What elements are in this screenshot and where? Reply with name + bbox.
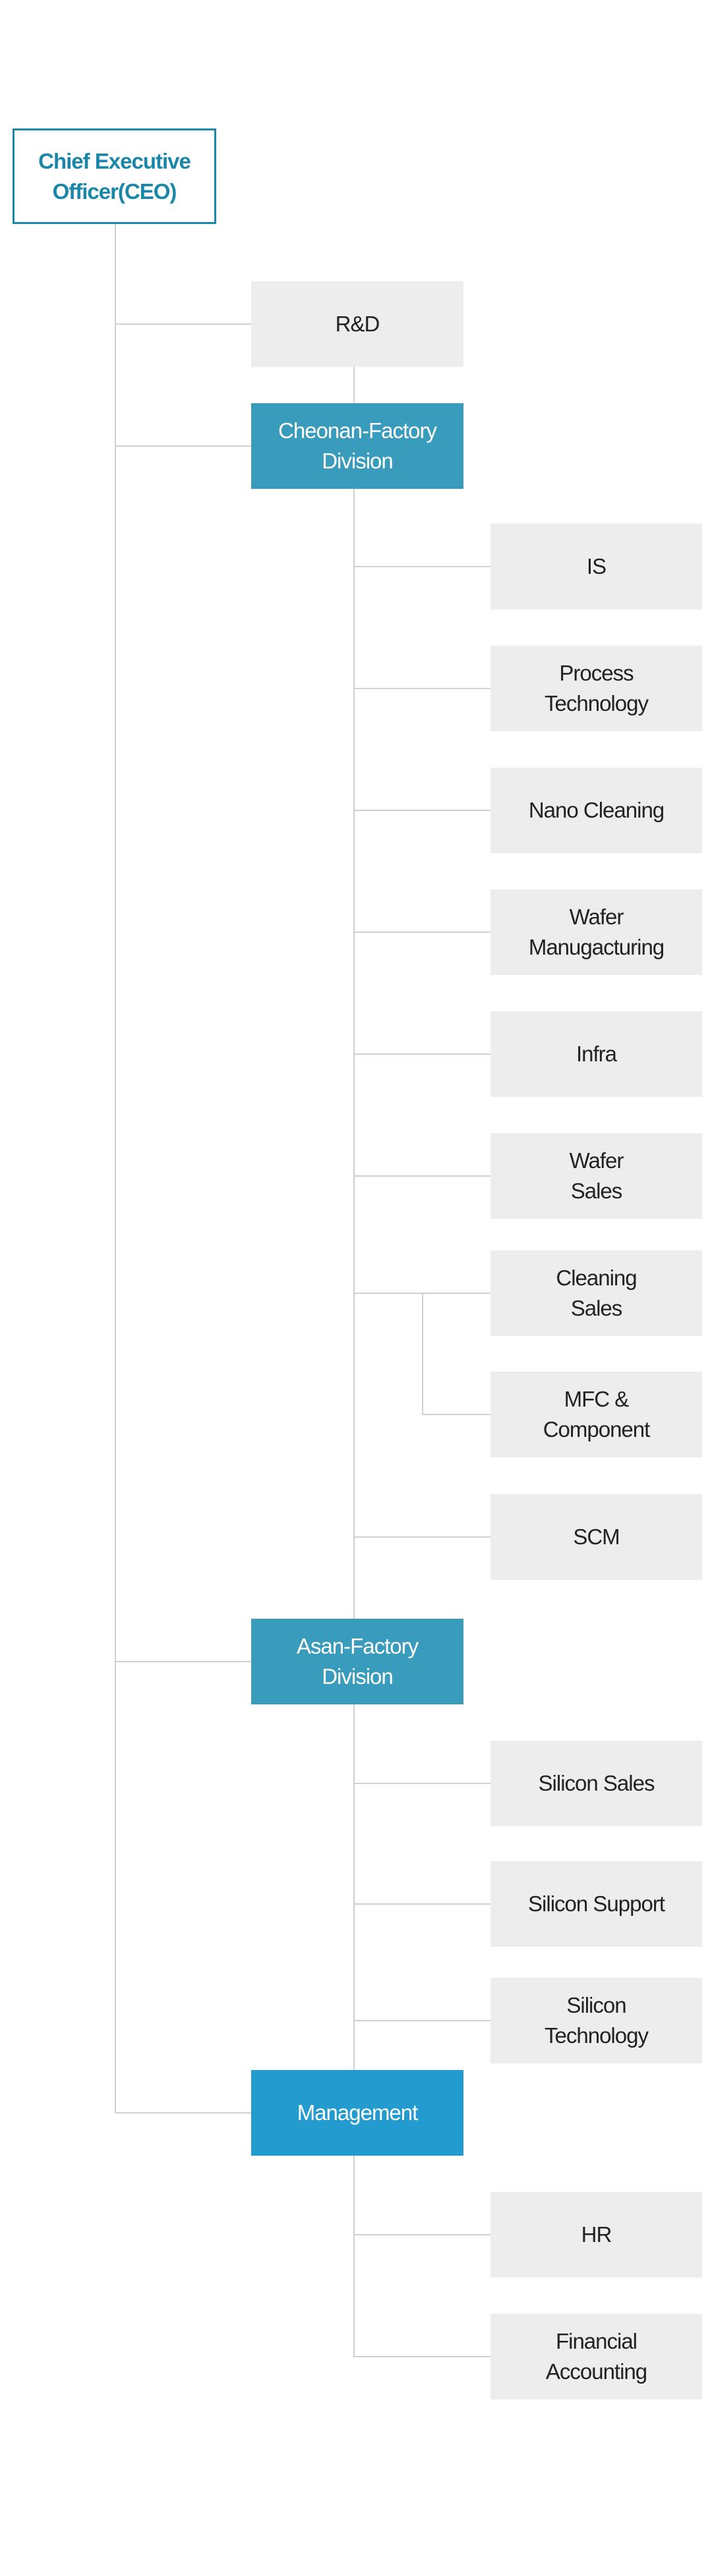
connector-dept xyxy=(353,1903,490,1905)
ceo-trunk-line xyxy=(115,224,116,2114)
dept-scm: SCM xyxy=(490,1494,702,1580)
connector-dept xyxy=(353,566,490,567)
connector-dept xyxy=(353,1053,490,1055)
cheonan-division-node: Cheonan-Factory Division xyxy=(251,403,463,489)
connector-dept xyxy=(353,1293,490,1294)
connector-dept xyxy=(353,1536,490,1538)
cleaning-sub-line xyxy=(422,1293,423,1415)
dept-is: IS xyxy=(490,524,702,609)
division-trunk-line xyxy=(353,367,355,2357)
connector-dept xyxy=(353,2356,490,2357)
ceo-node: Chief Executive Officer(CEO) xyxy=(13,128,216,224)
connector-asan xyxy=(115,1661,251,1662)
dept-silicon-support: Silicon Support xyxy=(490,1861,702,1947)
connector-management xyxy=(115,2112,251,2114)
dept-wafer-sales: Wafer Sales xyxy=(490,1133,702,1219)
rnd-node: R&D xyxy=(251,281,463,367)
connector-dept xyxy=(353,1175,490,1177)
dept-hr: HR xyxy=(490,2192,702,2278)
connector-dept xyxy=(353,810,490,811)
connector-dept xyxy=(353,2234,490,2235)
dept-mfc-component: MFC & Component xyxy=(490,1372,702,1457)
dept-process-technology: Process Technology xyxy=(490,646,702,731)
dept-silicon-technology: Silicon Technology xyxy=(490,1978,702,2063)
connector-dept xyxy=(353,1783,490,1784)
connector-rnd xyxy=(115,323,251,325)
management-node: Management xyxy=(251,2070,463,2156)
connector-dept xyxy=(353,2020,490,2021)
dept-infra: Infra xyxy=(490,1011,702,1097)
connector-dept xyxy=(353,932,490,933)
connector-dept xyxy=(353,688,490,689)
dept-silicon-sales: Silicon Sales xyxy=(490,1741,702,1826)
dept-nano-cleaning: Nano Cleaning xyxy=(490,768,702,853)
dept-wafer-manufacturing: Wafer Manugacturing xyxy=(490,889,702,975)
asan-division-node: Asan-Factory Division xyxy=(251,1619,463,1704)
dept-financial-accounting: Financial Accounting xyxy=(490,2314,702,2399)
connector-cheonan xyxy=(115,445,251,447)
connector-dept xyxy=(422,1414,490,1415)
dept-cleaning-sales: Cleaning Sales xyxy=(490,1250,702,1336)
